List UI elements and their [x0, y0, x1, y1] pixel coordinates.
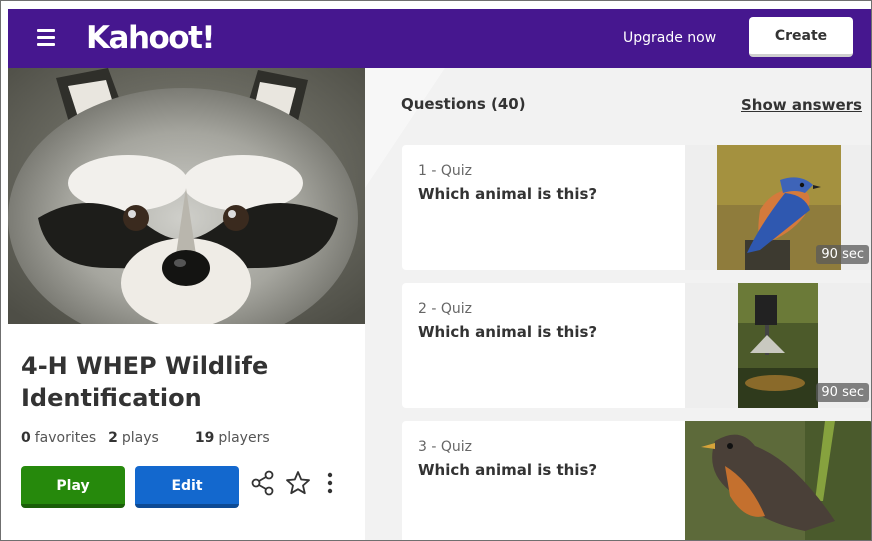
questions-heading: Questions (40) [401, 95, 526, 113]
question-image-robin [685, 421, 871, 540]
question-card-2[interactable]: 2 - Quiz Which animal is this? 90 sec [402, 283, 871, 408]
robin-image [685, 421, 871, 540]
question-text: Which animal is this? [418, 323, 598, 341]
players-label: players [218, 430, 270, 446]
play-button[interactable]: Play [21, 466, 125, 508]
question-image-feeder: 90 sec [685, 283, 871, 408]
top-navigation-bar: Kahoot! Upgrade now Create [8, 9, 871, 68]
cover-image-raccoon [8, 68, 365, 324]
favorites-label: favorites [34, 430, 97, 446]
hamburger-menu-icon[interactable] [37, 29, 55, 46]
questions-panel: Questions (40) Show answers 1 - Quiz Whi… [365, 68, 871, 540]
question-card-3[interactable]: 3 - Quiz Which animal is this? [402, 421, 871, 540]
app-window: Kahoot! Upgrade now Create 4-H WHEP Wild… [0, 0, 872, 541]
show-answers-button[interactable]: Show answers [741, 96, 862, 114]
star-icon[interactable] [285, 470, 310, 496]
question-image-bluebird: 90 sec [685, 145, 871, 270]
share-icon[interactable] [251, 470, 275, 496]
question-type-label: 1 - Quiz [418, 163, 472, 179]
create-button[interactable]: Create [749, 17, 853, 57]
question-text: Which animal is this? [418, 185, 598, 203]
question-type-label: 3 - Quiz [418, 439, 472, 455]
question-type-label: 2 - Quiz [418, 301, 472, 317]
kahoot-logo[interactable]: Kahoot! [86, 20, 216, 56]
plays-count: 2 [108, 430, 118, 446]
upgrade-now-link[interactable]: Upgrade now [623, 29, 716, 47]
raccoon-image [8, 68, 365, 324]
kahoot-stats: 0 favorites 2 plays 19 players [21, 430, 270, 446]
kahoot-title: 4-H WHEP Wildlife Identification [21, 352, 269, 412]
plays-label: plays [121, 430, 159, 446]
question-text: Which animal is this? [418, 461, 598, 479]
players-count: 19 [194, 430, 215, 446]
edit-button[interactable]: Edit [135, 466, 239, 508]
time-limit-badge: 90 sec [816, 245, 869, 264]
question-card-1[interactable]: 1 - Quiz Which animal is this? 90 sec [402, 145, 871, 270]
favorites-count: 0 [21, 430, 31, 446]
time-limit-badge: 90 sec [816, 383, 869, 402]
more-vertical-icon[interactable] [320, 470, 340, 496]
kahoot-details-panel: 4-H WHEP Wildlife Identification 0 favori… [8, 68, 365, 540]
